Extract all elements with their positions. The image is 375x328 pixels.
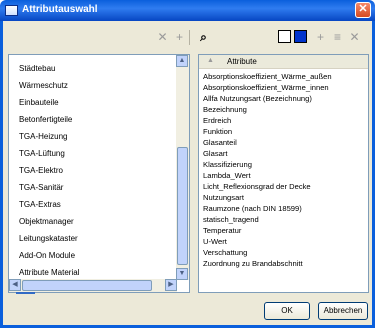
color-blue-button[interactable] [294,30,307,43]
scroll-up-arrow-icon[interactable]: ▲ [176,55,188,67]
list-item[interactable]: Absorptionskoeffizient_Wärme_außen [203,72,332,81]
color-white-button[interactable] [278,30,291,43]
list-item[interactable]: Allfa Nutzungsart (Bezeichnung) [203,94,312,103]
close-button[interactable]: ✕ [355,2,371,18]
list-item[interactable]: Zuordnung zu Brandabschnitt [203,259,303,268]
window-title: Attributauswahl [22,4,98,15]
list-item[interactable]: Bezeichnung [203,105,247,114]
list-item[interactable]: Absorptionskoeffizient_Wärme_innen [203,83,329,92]
category-list[interactable]: Städtebau Wärmeschutz Einbauteile Betonf… [8,54,190,294]
list-item[interactable]: TGA-Lüftung [19,149,65,158]
horizontal-scrollbar[interactable]: ◀ ▶ [9,279,177,292]
list-item[interactable]: Lambda_Wert [203,171,251,180]
list-item[interactable]: Attribute Material [19,268,79,277]
scroll-thumb-horizontal[interactable] [22,280,152,291]
delete-icon[interactable]: ✕ [155,30,170,45]
list-item[interactable]: Betonfertigteile [19,115,72,124]
list-item[interactable]: Nutzungsart [203,193,244,202]
list-item[interactable]: TGA-Extras [19,200,61,209]
list-item[interactable]: Raumzone (nach DIN 18599) [203,204,302,213]
list-item[interactable]: Glasanteil [203,138,237,147]
search-icon[interactable]: ⌕ [196,30,211,45]
scroll-right-arrow-icon[interactable]: ▶ [165,279,177,291]
list-item[interactable]: statisch_tragend [203,215,259,224]
ok-button[interactable]: OK [264,302,310,320]
toolbar-separator [189,30,190,45]
list-item[interactable]: TGA-Elektro [19,166,63,175]
list-item[interactable]: Städtebau [19,64,55,73]
scroll-left-arrow-icon[interactable]: ◀ [9,279,21,291]
add-icon[interactable]: + [172,30,187,45]
scroll-down-arrow-icon[interactable]: ▼ [176,268,188,280]
attribute-selection-dialog: Attributauswahl ✕ ✕ + ⌕ + ≡ ✕ Städtebau … [0,0,375,328]
list-item[interactable]: Erdreich [203,116,231,125]
list-item[interactable]: Leitungskataster [19,234,78,243]
list-icon[interactable]: ≡ [330,30,345,45]
sort-arrow-icon: ▲ [207,57,214,64]
attribute-list[interactable]: ▲ Attribute Absorptionskoeffizient_Wärme… [198,54,369,293]
list-item[interactable]: Einbauteile [19,98,59,107]
vertical-scrollbar[interactable]: ▲ ▼ [176,55,189,280]
remove-icon[interactable]: ✕ [347,30,362,45]
list-item[interactable]: Licht_Reflexionsgrad der Decke [203,182,311,191]
cancel-button[interactable]: Abbrechen [318,302,368,320]
list-item[interactable]: Add-On Module [19,251,75,260]
list-item[interactable]: Funktion [203,127,232,136]
attribute-column-header[interactable]: ▲ Attribute [199,55,368,69]
list-item[interactable]: TGA-Heizung [19,132,67,141]
list-item[interactable]: U-Wert [203,237,227,246]
add-attribute-icon[interactable]: + [313,30,328,45]
list-item[interactable]: TGA-Sanitär [19,183,63,192]
list-item[interactable]: Klassifizierung [203,160,252,169]
list-item[interactable]: Wärmeschutz [19,81,68,90]
list-item[interactable]: Verschattung [203,248,247,257]
list-item[interactable]: Objektmanager [19,217,74,226]
column-header-label: Attribute [227,57,257,66]
scroll-thumb[interactable] [177,147,188,265]
title-bar[interactable]: Attributauswahl ✕ [0,0,375,21]
window-icon [5,5,18,16]
list-item[interactable]: Temperatur [203,226,241,235]
list-item[interactable]: Glasart [203,149,227,158]
